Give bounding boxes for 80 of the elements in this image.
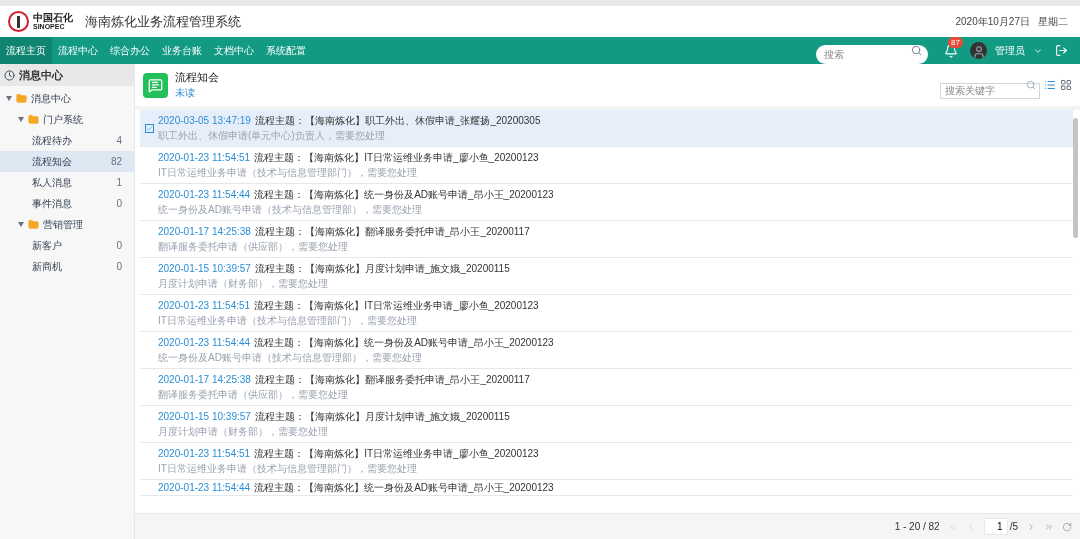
- nav-tab[interactable]: 文档中心: [208, 37, 260, 64]
- page-total: /5: [1009, 520, 1018, 534]
- message-detail: 月度计划申请（财务部），需要您处理: [158, 425, 329, 439]
- message-detail: 职工外出、休假申请(单元中心)负责人，需要您处理: [158, 129, 386, 143]
- message-time: 2020-01-23 11:54:51: [158, 151, 251, 165]
- tree-node-label[interactable]: 营销管理: [43, 217, 83, 232]
- checkbox[interactable]: [144, 123, 154, 133]
- app-title: 海南炼化业务流程管理系统: [85, 12, 241, 31]
- message-detail: 翻译服务委托申请（供应部），需要您处理: [158, 240, 349, 254]
- avatar[interactable]: [970, 42, 987, 59]
- sidebar-item[interactable]: 流程知会 82: [0, 151, 134, 172]
- message-detail: 翻译服务委托申请（供应部），需要您处理: [158, 388, 349, 402]
- message-subject: 流程主题：【海南炼化】职工外出、休假申请_张耀扬_20200305: [254, 114, 541, 128]
- message-time: 2020-01-23 11:54:51: [158, 299, 251, 313]
- message-subject: 流程主题：【海南炼化】月度计划申请_施文娥_20200115: [254, 262, 510, 276]
- message-subject: 流程主题：【海南炼化】IT日常运维业务申请_廖小鱼_20200123: [254, 447, 539, 461]
- search-icon[interactable]: [1026, 80, 1036, 90]
- message-detail: IT日常运维业务申请（技术与信息管理部门），需要您处理: [158, 166, 418, 180]
- nav-tab[interactable]: 系统配置: [260, 37, 312, 64]
- unread-filter[interactable]: 未读: [175, 85, 219, 100]
- caret-icon[interactable]: [18, 117, 24, 122]
- page-range: 1 - 20 / 82: [894, 520, 940, 534]
- message-subject: 流程主题：【海南炼化】统一身份及AD账号申请_昂小王_20200123: [254, 188, 554, 202]
- message-row[interactable]: 2020-01-23 11:54:44 流程主题：【海南炼化】统一身份及AD账号申请_昂小王_20200123: [140, 480, 1073, 496]
- message-subject: 流程主题：【海南炼化】统一身份及AD账号申请_昂小王_20200123: [254, 336, 554, 350]
- tree-node-label[interactable]: 门户系统: [43, 112, 83, 127]
- tree-node-label[interactable]: 消息中心: [31, 91, 71, 106]
- message-time: 2020-01-23 11:54:44: [158, 481, 251, 495]
- folder-icon: [28, 219, 39, 230]
- folder-icon: [28, 114, 39, 125]
- sidebar-item[interactable]: 事件消息 0: [0, 193, 134, 214]
- logo-icon: [8, 11, 29, 32]
- clock-icon: [4, 69, 15, 81]
- nav-tab[interactable]: 流程主页: [0, 37, 52, 64]
- caret-icon[interactable]: [18, 222, 24, 227]
- panel-title: 流程知会: [175, 70, 219, 85]
- message-time: 2020-03-05 13:47:19: [158, 114, 251, 128]
- grid-view-icon[interactable]: [1060, 79, 1072, 91]
- caret-icon[interactable]: [6, 96, 12, 101]
- message-icon: [143, 72, 168, 98]
- sidebar-item[interactable]: 私人消息 1: [0, 172, 134, 193]
- scrollbar[interactable]: [1073, 118, 1078, 238]
- nav-tab[interactable]: 业务台账: [156, 37, 208, 64]
- notification-badge: 87: [948, 36, 963, 48]
- logo-text: 中国石化: [33, 13, 73, 23]
- message-subject: 流程主题：【海南炼化】翻译服务委托申请_昂小王_20200117: [254, 225, 530, 239]
- search-icon[interactable]: [911, 45, 922, 56]
- sidebar-item[interactable]: 流程待办 4: [0, 130, 134, 151]
- message-time: 2020-01-15 10:39:57: [158, 262, 251, 276]
- keyword-search-field[interactable]: 搜索关键字: [940, 82, 1040, 99]
- page-input[interactable]: 1: [983, 518, 1008, 535]
- weekday-text: 星期二: [1038, 15, 1068, 29]
- message-time: 2020-01-23 11:54:44: [158, 336, 251, 350]
- sidebar-item[interactable]: 新客户 0: [0, 235, 134, 256]
- message-subject: 流程主题：【海南炼化】IT日常运维业务申请_廖小鱼_20200123: [254, 299, 539, 313]
- message-detail: IT日常运维业务申请（技术与信息管理部门），需要您处理: [158, 462, 418, 476]
- message-subject: 流程主题：【海南炼化】月度计划申请_施文娥_20200115: [254, 410, 510, 424]
- message-time: 2020-01-17 14:25:38: [158, 225, 251, 239]
- sidebar-item[interactable]: 新商机 0: [0, 256, 134, 277]
- message-time: 2020-01-17 14:25:38: [158, 373, 251, 387]
- sidebar-title: 消息中心: [19, 67, 63, 83]
- bell-icon[interactable]: [944, 43, 958, 58]
- logout-icon[interactable]: [1055, 44, 1068, 57]
- date-text: 2020年10月27日: [955, 15, 1030, 29]
- folder-icon: [16, 93, 27, 104]
- user-name[interactable]: 管理员: [995, 43, 1025, 58]
- message-row[interactable]: 2020-03-05 13:47:19 流程主题：【海南炼化】职工外出、休假申请_张耀扬_20200305 职工外出、休假申请(单元中心)负责人，需要您处理: [140, 110, 1073, 147]
- nav-tab[interactable]: 综合办公: [104, 37, 156, 64]
- message-subject: 流程主题：【海南炼化】IT日常运维业务申请_廖小鱼_20200123: [254, 151, 539, 165]
- message-subject: 流程主题：【海南炼化】翻译服务委托申请_昂小王_20200117: [254, 373, 530, 387]
- message-time: 2020-01-15 10:39:57: [158, 410, 251, 424]
- refresh-icon[interactable]: [1062, 521, 1072, 532]
- message-subject: 流程主题：【海南炼化】统一身份及AD账号申请_昂小王_20200123: [254, 481, 554, 495]
- list-view-icon[interactable]: [1044, 79, 1056, 91]
- message-detail: 月度计划申请（财务部），需要您处理: [158, 277, 329, 291]
- search-field[interactable]: 搜索: [816, 45, 928, 64]
- nav-tab[interactable]: 流程中心: [52, 37, 104, 64]
- message-time: 2020-01-23 11:54:51: [158, 447, 251, 461]
- message-time: 2020-01-23 11:54:44: [158, 188, 251, 202]
- message-detail: IT日常运维业务申请（技术与信息管理部门），需要您处理: [158, 314, 418, 328]
